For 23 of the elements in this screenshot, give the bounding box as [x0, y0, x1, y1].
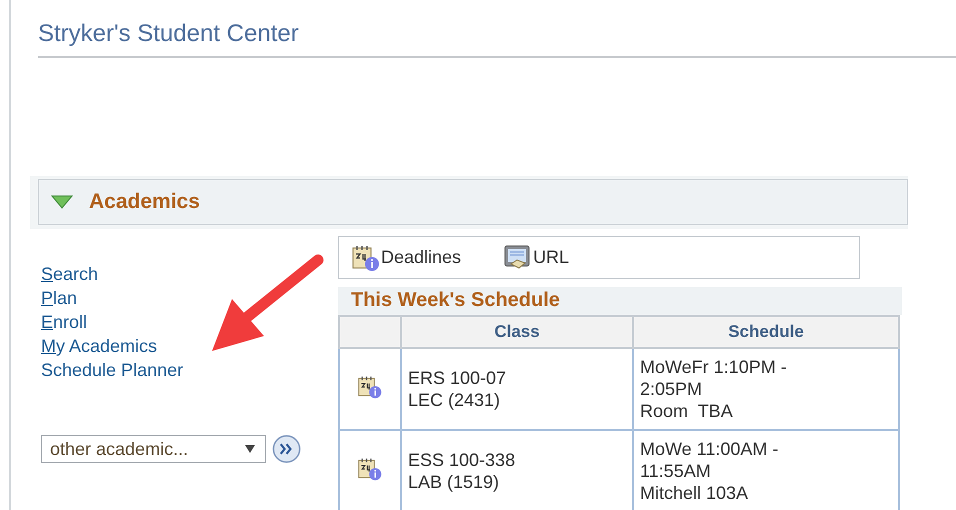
- page-title: Stryker's Student Center: [38, 20, 956, 58]
- schedule-cell: MoWeFr 1:10PM - 2:05PM Room TBA: [640, 356, 787, 422]
- section-header[interactable]: Academics: [38, 179, 908, 225]
- schedule-cell: MoWe 11:00AM - 11:55AM Mitchell 103A: [640, 438, 778, 504]
- column-header: Class: [401, 316, 633, 348]
- go-button-icon[interactable]: [272, 434, 301, 464]
- calendar-info-icon: [351, 244, 381, 272]
- nav-link[interactable]: Search: [41, 262, 98, 286]
- schedule-title: This Week's Schedule: [338, 287, 902, 315]
- quick-link[interactable]: URL: [503, 244, 570, 272]
- column-header: Schedule: [633, 316, 899, 348]
- quick-link[interactable]: Deadlines: [351, 244, 462, 272]
- nav-link[interactable]: Enroll: [41, 310, 88, 334]
- section-title: Academics: [89, 190, 200, 214]
- caret-icon: [244, 445, 255, 453]
- class-cell: ESS 100-338 LAB (1519): [408, 449, 516, 493]
- nav-link[interactable]: My Academics: [41, 334, 158, 358]
- dropdown[interactable]: other academic...: [41, 435, 266, 463]
- nav-link[interactable]: Plan: [41, 286, 78, 310]
- expand-triangle-icon[interactable]: [51, 195, 73, 209]
- table-header-cell: [339, 316, 401, 348]
- nav-link[interactable]: Schedule Planner: [41, 358, 184, 382]
- class-cell: ERS 100-07 LEC (2431): [408, 367, 506, 411]
